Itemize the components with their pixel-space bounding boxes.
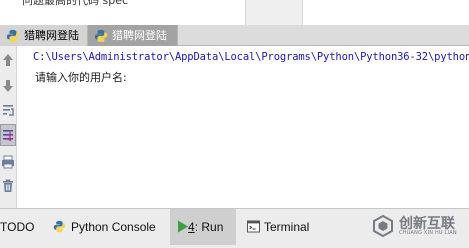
up-arrow-icon (3, 54, 13, 66)
console-output[interactable]: C:\Users\Administrator\AppData\Local\Pro… (17, 46, 469, 208)
up-arrow-button[interactable] (0, 50, 16, 70)
trash-icon (3, 179, 13, 192)
file-tree-item[interactable]: 问题最高的代码 spec (22, 0, 128, 8)
editor-gutter (246, 0, 302, 25)
down-arrow-button[interactable] (0, 76, 16, 96)
run-tab-2[interactable]: 猎聘网登陆 (88, 25, 178, 46)
python-icon (6, 29, 20, 43)
run-tab-label: : Run (194, 220, 224, 234)
watermark-logo-icon (373, 214, 393, 238)
python-icon (53, 220, 66, 233)
run-tab[interactable]: 4: Run (170, 209, 236, 245)
run-tab-mnemonic: 4 (188, 220, 195, 234)
console-prompt-line: 请输入你的用户名: (35, 71, 127, 84)
run-tab-1-label: 猎聘网登陆 (24, 29, 79, 42)
editor-panel (302, 0, 469, 25)
console-toolbar (0, 46, 17, 208)
down-arrow-icon (3, 80, 13, 92)
print-icon (2, 155, 14, 169)
clear-all-button[interactable] (0, 176, 16, 196)
python-icon (94, 29, 108, 43)
python-console-tab[interactable]: Python Console (52, 209, 160, 245)
soft-wrap-icon (2, 105, 14, 116)
editor-top-strip: 问题最高的代码 spec (0, 0, 469, 25)
project-file-panel: 问题最高的代码 spec (0, 0, 246, 25)
terminal-tab-label: Terminal (264, 220, 310, 234)
run-tab-bar: 猎聘网登陆 猎聘网登陆 (0, 25, 469, 46)
scroll-to-end-button[interactable] (0, 124, 16, 146)
run-tab-1[interactable]: 猎聘网登陆 (0, 25, 88, 46)
soft-wrap-button[interactable] (0, 100, 16, 120)
todo-tab-label: TODO (0, 220, 35, 234)
terminal-tab[interactable]: Terminal (246, 209, 326, 245)
console-command-line: C:\Users\Administrator\AppData\Local\Pro… (33, 51, 469, 63)
print-button[interactable] (0, 152, 16, 172)
scroll-to-end-icon (3, 130, 13, 142)
watermark-subtitle: CHUANG XIN HU LIAN (399, 230, 457, 236)
python-console-tab-label: Python Console (71, 220, 156, 234)
run-tab-2-label: 猎聘网登陆 (112, 29, 167, 42)
run-icon (178, 220, 188, 233)
todo-tab[interactable]: TODO (0, 209, 42, 245)
terminal-icon (247, 220, 260, 233)
watermark: 创新互联 CHUANG XIN HU LIAN (371, 212, 469, 240)
